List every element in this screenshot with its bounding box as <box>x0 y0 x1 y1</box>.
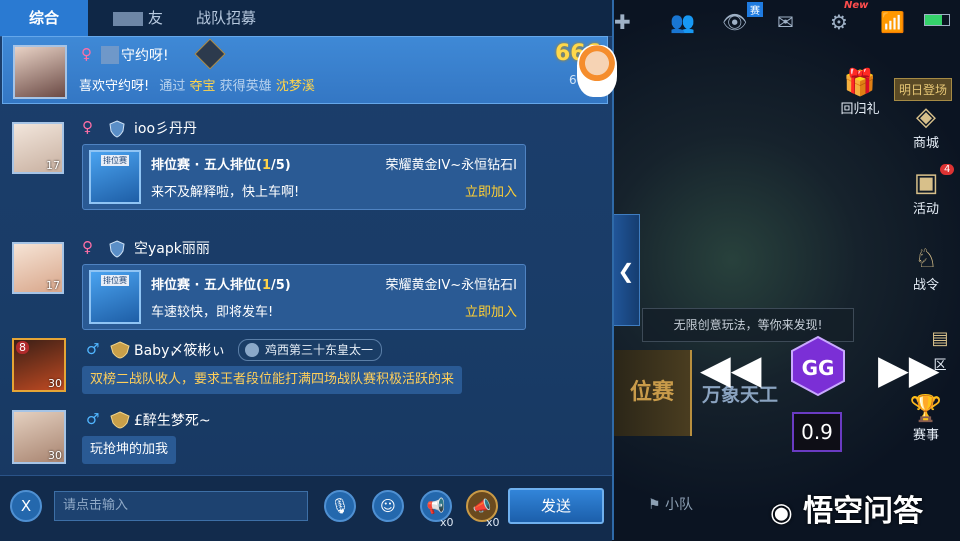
female-icon: ♀ <box>81 45 92 63</box>
message-bubble: 双榜二战队收人，要求王者段位能打满四场战队赛积极活跃的来 <box>82 366 463 394</box>
chat-panel: 综合 友 战队招募 ♀ 守约呀! 喜欢守约呀! 通过 夺宝 获得英雄 沈梦溪 6… <box>0 0 617 541</box>
tab-general[interactable]: 综合 <box>0 0 88 36</box>
microphone-icon: 🎙 <box>330 497 350 515</box>
gold-horn-count: x0 <box>486 516 500 529</box>
card-rank-range: 荣耀黄金IV~永恒钻石I <box>385 278 517 293</box>
user-name[interactable]: Baby〆筱彬ぃ <box>134 340 225 360</box>
tab-friends[interactable]: 友 <box>98 0 178 36</box>
join-button[interactable]: 立即加入 <box>465 301 517 320</box>
shield-icon <box>109 240 125 258</box>
chat-message: 17 ♀ ioo彡丹丹 排位赛 排位赛 · 五人排位(1/5) 荣耀黄金IV~永… <box>0 112 612 212</box>
megaphone-icon: 📢 <box>426 497 446 515</box>
chat-tabs: 综合 友 战队招募 <box>0 0 612 37</box>
microphone-button[interactable]: 🎙 <box>324 490 356 522</box>
title-emblem-icon <box>245 343 259 357</box>
smiley-icon: ☺ <box>380 497 396 515</box>
mail-icon[interactable]: ✉ <box>777 10 794 34</box>
avatar[interactable]: 8 30 <box>12 338 66 392</box>
trophy-icon: 🏆 <box>909 394 943 424</box>
plus-icon[interactable]: ✚ <box>614 10 631 34</box>
dragon-icon: ♘ <box>914 244 938 274</box>
return-gift[interactable]: 🎁 回归礼 <box>830 68 890 117</box>
blurred-region <box>113 11 144 26</box>
ranked-thumb: 排位赛 <box>89 270 141 324</box>
watermark: ◉ 悟空问答 <box>770 494 924 529</box>
card-note: 来不及解释啦，快上车啊! <box>151 185 300 200</box>
chat-message: 17 ♀ 空yapk丽丽 排位赛 排位赛 · 五人排位(1/5) 荣耀黄金IV~… <box>0 232 612 332</box>
chat-input-bar: X 请点击输入 🎙 ☺ 📢 x0 📣 x0 发送 <box>0 475 612 541</box>
chat-input[interactable]: 请点击输入 <box>54 491 308 521</box>
send-button[interactable]: 发送 <box>508 488 604 524</box>
rewind-icon[interactable]: ◀◀ <box>700 350 762 390</box>
eye-icon[interactable]: 👁 <box>722 10 747 34</box>
tab-team-recruit[interactable]: 战队招募 <box>186 0 266 36</box>
avatar[interactable]: 17 <box>12 242 64 294</box>
gift-icon: 🎁 <box>843 68 877 98</box>
voice-toggle-icon: X <box>20 497 32 515</box>
pinned-message[interactable]: ♀ 守约呀! 喜欢守约呀! 通过 夺宝 获得英雄 沈梦溪 666 66 <box>2 36 617 104</box>
sai-badge: 赛 <box>747 2 763 17</box>
avatar[interactable]: 17 <box>12 122 64 174</box>
collapse-chat-button[interactable]: ❮ <box>612 214 640 326</box>
ranked-mode-tile[interactable]: 位赛 <box>614 350 692 436</box>
user-name[interactable]: ioo彡丹丹 <box>134 118 197 138</box>
top-bar: ✚ 👥 👁 赛 ✉ ⚙ New 📶 <box>612 0 960 40</box>
ranked-thumb: 排位赛 <box>89 150 141 204</box>
pinned-name: 守约呀! <box>121 48 169 64</box>
vip-badge: 8 <box>16 341 29 354</box>
female-icon: ♀ <box>82 238 93 256</box>
chat-message: 30 ♂ £醉生梦死~ 玩抢坤的加我 <box>0 404 612 468</box>
mascot-sticker <box>577 45 617 97</box>
voice-toggle-button[interactable]: X <box>10 490 42 522</box>
battle-pass-button[interactable]: ♘ 战令 <box>896 244 956 293</box>
pinned-text: 喜欢守约呀! 通过 夺宝 获得英雄 沈梦溪 <box>79 79 315 94</box>
blurred-name <box>101 46 119 64</box>
new-badge: New <box>844 0 869 11</box>
card-rank-range: 荣耀黄金IV~永恒钻石I <box>385 158 517 173</box>
team-invite-card[interactable]: 排位赛 排位赛 · 五人排位(1/5) 荣耀黄金IV~永恒钻石I 车速较快，即将… <box>82 264 526 330</box>
card-title: 排位赛 · 五人排位(1/5) <box>151 278 291 293</box>
avatar[interactable]: 30 <box>12 410 66 464</box>
join-button[interactable]: 立即加入 <box>465 181 517 200</box>
gear-icon[interactable]: ⚙ <box>830 10 848 34</box>
gg-speed-value: 0.9 <box>792 412 842 452</box>
female-icon: ♀ <box>82 118 93 136</box>
friends-icon[interactable]: 👥 <box>670 10 695 34</box>
watermark-logo-icon: ◉ <box>770 498 793 528</box>
team-button[interactable]: ⚑ 小队 <box>648 494 693 514</box>
user-name[interactable]: 空yapk丽丽 <box>134 238 210 258</box>
message-bubble: 玩抢坤的加我 <box>82 436 177 464</box>
chevron-left-icon: ❮ <box>617 259 635 283</box>
emoji-button[interactable]: ☺ <box>372 490 404 522</box>
male-icon: ♂ <box>86 410 100 428</box>
team-invite-card[interactable]: 排位赛 排位赛 · 五人排位(1/5) 荣耀黄金IV~永恒钻石I 来不及解释啦，… <box>82 144 526 210</box>
battery-icon <box>924 14 950 26</box>
card-note: 车速较快，即将发车! <box>151 305 274 320</box>
shop-button[interactable]: ◈ 商城 <box>896 102 956 151</box>
gg-logo-icon[interactable]: GG <box>790 335 846 397</box>
activity-badge: 4 <box>940 164 955 175</box>
male-icon: ♂ <box>86 340 100 358</box>
tomorrow-login-badge: 明日登场 <box>894 78 953 101</box>
horn-count: x0 <box>440 516 454 529</box>
avatar[interactable] <box>13 45 67 99</box>
card-title: 排位赛 · 五人排位(1/5) <box>151 158 291 173</box>
shield-icon <box>109 120 125 138</box>
shop-icon: ◈ <box>916 102 936 132</box>
gold-rank-icon <box>110 341 130 359</box>
flag-icon: ⚑ <box>648 497 666 513</box>
gold-megaphone-icon: 📣 <box>472 497 492 515</box>
activity-button[interactable]: ▣ 活动 <box>896 168 956 217</box>
gold-rank-icon <box>110 411 130 429</box>
svg-text:GG: GG <box>802 356 835 380</box>
title-badge: 鸡西第三十东皇太一 <box>238 339 383 361</box>
fast-forward-icon[interactable]: ▶▶ <box>878 350 940 390</box>
wifi-icon: 📶 <box>880 10 905 34</box>
chat-message: 8 30 ♂ Baby〆筱彬ぃ 鸡西第三十东皇太一 双榜二战队收人，要求王者段位… <box>0 336 612 400</box>
events-button[interactable]: 🏆 赛事 <box>896 394 956 443</box>
user-name[interactable]: £醉生梦死~ <box>134 410 211 430</box>
rank-badge-icon <box>194 38 226 70</box>
